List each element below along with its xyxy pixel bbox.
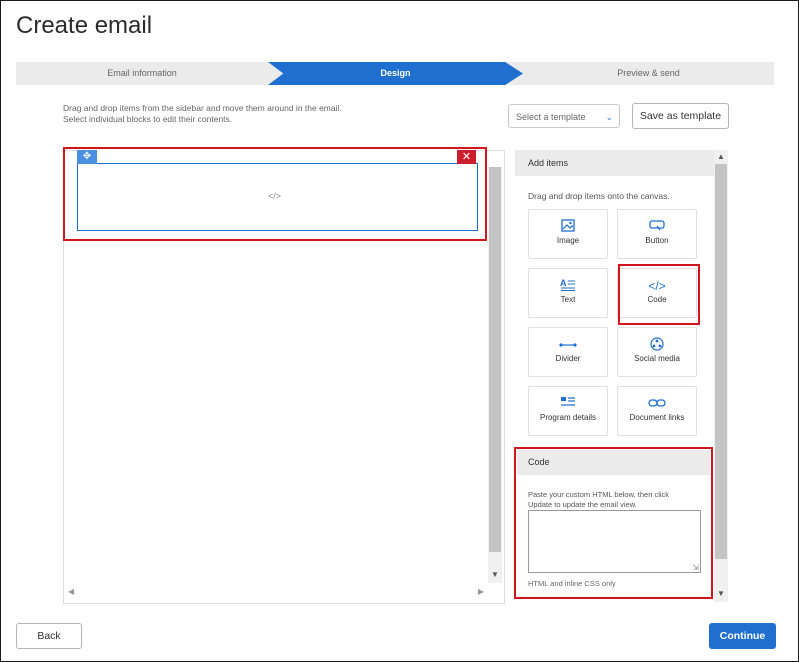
image-icon — [529, 219, 607, 235]
back-button[interactable]: Back — [16, 623, 82, 649]
scroll-down-icon[interactable]: ▼ — [717, 589, 725, 598]
item-label: Program details — [539, 413, 597, 422]
step-design[interactable]: Design — [268, 62, 523, 85]
stepper: Email information Design Preview & send — [16, 62, 774, 85]
template-select[interactable]: Select a template ⌄ — [508, 104, 620, 128]
button-icon — [618, 219, 696, 235]
design-hint: Drag and drop items from the sidebar and… — [63, 103, 342, 125]
item-label: Social media — [634, 354, 680, 363]
step-email-information[interactable]: Email information — [16, 62, 268, 85]
item-image[interactable]: Image — [528, 209, 608, 259]
highlight-code-block — [63, 147, 487, 241]
continue-button[interactable]: Continue — [709, 623, 776, 649]
canvas-scroll-thumb[interactable] — [489, 167, 501, 552]
highlight-code-item — [618, 264, 700, 325]
program-details-icon — [529, 396, 607, 412]
item-program-details[interactable]: Program details — [528, 386, 608, 436]
item-label: Document links — [629, 413, 685, 422]
document-links-icon — [618, 396, 696, 412]
save-as-template-button[interactable]: Save as template — [632, 103, 729, 129]
design-hint-line-1: Drag and drop items from the sidebar and… — [63, 103, 342, 113]
scroll-right-icon[interactable]: ▶ — [478, 587, 484, 596]
page-title: Create email — [16, 12, 153, 39]
item-text[interactable]: A Text — [528, 268, 608, 318]
item-label: Button — [645, 236, 669, 245]
design-hint-line-2: Select individual blocks to edit their c… — [63, 114, 233, 124]
text-icon: A — [529, 278, 607, 294]
item-label: Divider — [555, 354, 581, 363]
canvas-horizontal-scrollbar[interactable]: ◀ ▶ — [64, 586, 488, 601]
item-divider[interactable]: Divider — [528, 327, 608, 377]
social-media-icon — [618, 337, 696, 353]
template-select-value: Select a template — [516, 112, 586, 122]
step-preview-send[interactable]: Preview & send — [523, 62, 774, 85]
scroll-up-icon[interactable]: ▲ — [717, 152, 725, 161]
item-button[interactable]: Button — [617, 209, 697, 259]
chevron-down-icon: ⌄ — [605, 112, 613, 122]
highlight-code-panel — [514, 447, 713, 599]
sidebar-scrollbar[interactable]: ▲ ▼ — [714, 150, 728, 602]
canvas-vertical-scrollbar[interactable]: ▼ — [488, 167, 502, 583]
item-document-links[interactable]: Document links — [617, 386, 697, 436]
item-label: Text — [560, 295, 576, 304]
drag-hint: Drag and drop items onto the canvas. — [528, 191, 670, 201]
scroll-down-icon[interactable]: ▼ — [491, 570, 499, 579]
svg-text:A: A — [560, 278, 567, 288]
scroll-left-icon[interactable]: ◀ — [68, 587, 74, 596]
add-items-header: Add items — [515, 150, 714, 176]
item-social-media[interactable]: Social media — [617, 327, 697, 377]
divider-icon — [529, 337, 607, 353]
sidebar-scroll-thumb[interactable] — [715, 164, 727, 559]
item-label: Image — [556, 236, 580, 245]
